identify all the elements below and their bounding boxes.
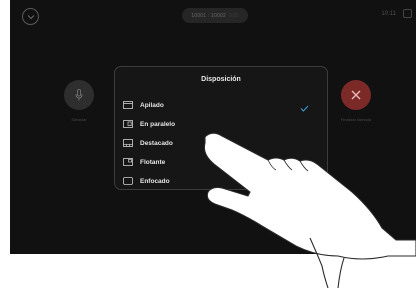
side-by-side-layout-icon	[123, 119, 133, 129]
option-label: En paralelo	[140, 120, 176, 128]
end-call-label: Finalizar llamada	[340, 117, 372, 122]
floating-layout-icon	[123, 157, 133, 167]
highlighted-layout-icon	[123, 138, 133, 148]
clock: 10:11	[381, 11, 396, 17]
option-destacado[interactable]: Destacado	[123, 134, 321, 152]
touch-panel-photo: 10001 : 10002 0:00 10:11 Silenciar Final…	[0, 0, 416, 288]
stacked-layout-icon	[123, 100, 133, 110]
focused-layout-icon	[123, 176, 133, 186]
device-screen: 10001 : 10002 0:00 10:11 Silenciar Final…	[10, 0, 416, 254]
microphone-icon	[75, 89, 83, 101]
mute-button[interactable]	[64, 80, 94, 110]
option-label: Flotante	[140, 158, 166, 166]
option-enfocado[interactable]: Enfocado	[123, 172, 321, 190]
close-icon	[351, 90, 361, 100]
option-label: Enfocado	[140, 177, 170, 185]
menu-title: Disposición	[201, 76, 241, 83]
end-call-button[interactable]	[341, 80, 371, 110]
layout-icon[interactable]	[403, 9, 412, 18]
layout-menu: Disposición Apilado En paralelo Destacad…	[114, 66, 328, 190]
chevron-down-icon[interactable]	[22, 8, 39, 25]
call-numbers: 10001 : 10002	[191, 12, 226, 19]
option-flotante[interactable]: Flotante	[123, 153, 321, 171]
option-apilado[interactable]: Apilado	[123, 96, 321, 114]
call-duration: 0:00	[228, 12, 239, 19]
call-info-pill[interactable]: 10001 : 10002 0:00	[182, 8, 248, 23]
option-label: Destacado	[140, 139, 173, 147]
option-en-paralelo[interactable]: En paralelo	[123, 115, 321, 133]
option-label: Apilado	[140, 101, 164, 109]
mute-label: Silenciar	[71, 117, 87, 122]
